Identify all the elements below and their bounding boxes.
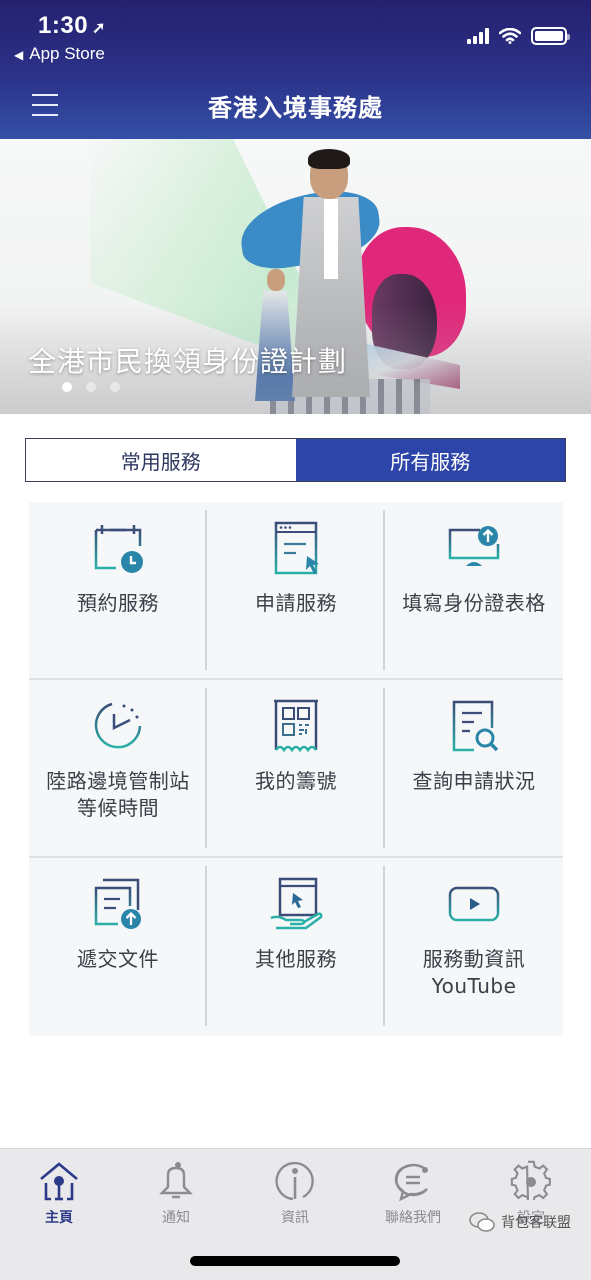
- banner-title: 全港市民換領身份證計劃: [28, 345, 348, 378]
- watermark: 背包客联盟: [469, 1212, 571, 1232]
- bell-icon: [159, 1162, 193, 1199]
- wifi-icon: [499, 28, 521, 44]
- service-label: 遞交文件: [77, 947, 159, 971]
- nav-notifications[interactable]: 通知: [121, 1159, 231, 1227]
- divider: [205, 866, 207, 1026]
- gear-icon: [510, 1160, 551, 1201]
- nav-label: 聯絡我們: [385, 1210, 441, 1226]
- timer-icon: [94, 702, 142, 749]
- carousel-dot[interactable]: [86, 382, 96, 392]
- service-label: 服務動資訊 YouTube: [422, 947, 526, 998]
- tab-common-services[interactable]: 常用服務: [26, 439, 296, 481]
- status-time: 1:30 ➚: [38, 12, 106, 39]
- page-title: 香港入境事務處: [208, 94, 383, 122]
- calendar-clock-icon: [94, 525, 143, 573]
- youtube-play-icon: [448, 886, 500, 922]
- home-indicator[interactable]: [190, 1256, 400, 1266]
- status-indicators: [467, 27, 570, 45]
- divider: [205, 688, 207, 848]
- service-label: 查詢申請狀況: [412, 769, 536, 793]
- service-label: 我的籌號: [255, 769, 337, 793]
- service-application[interactable]: 申請服務: [207, 502, 385, 680]
- cellular-signal-icon: [467, 28, 489, 44]
- service-label: 其他服務: [255, 947, 337, 971]
- carousel-dot[interactable]: [110, 382, 120, 392]
- hand-window-cursor-icon: [270, 877, 323, 930]
- divider: [383, 688, 385, 848]
- app-header: 1:30 ➚ ◀ App Store 香港入境事務處: [0, 0, 591, 139]
- service-id-form[interactable]: 填寫身份證表格: [385, 502, 563, 680]
- qr-ticket-icon: [274, 699, 318, 753]
- service-my-ticket[interactable]: 我的籌號: [207, 680, 385, 858]
- nav-label: 資訊: [281, 1210, 309, 1226]
- carousel-dot[interactable]: [62, 382, 72, 392]
- back-triangle-icon: ◀: [14, 48, 24, 62]
- service-label: 預約服務: [77, 591, 159, 615]
- divider: [383, 866, 385, 1026]
- service-check-status[interactable]: 查詢申請狀況: [385, 680, 563, 858]
- nav-label: 主頁: [45, 1210, 73, 1226]
- service-youtube[interactable]: 服務動資訊 YouTube: [385, 858, 563, 1036]
- home-icon: [40, 1162, 78, 1201]
- service-other[interactable]: 其他服務: [207, 858, 385, 1036]
- battery-icon: [531, 27, 570, 45]
- nav-home[interactable]: 主頁: [4, 1159, 114, 1227]
- carousel-dots: [62, 382, 120, 392]
- monitor-upload-icon: [448, 526, 500, 566]
- service-grid: 預約服務 申請服務 填寫身份證表格 陸路邊境管制站 等候時間 我的籌號 查詢申請…: [29, 502, 563, 1036]
- web-form-cursor-icon: [274, 521, 319, 575]
- document-search-icon: [452, 700, 499, 752]
- service-label: 填寫身份證表格: [402, 591, 546, 615]
- divider: [383, 510, 385, 670]
- tab-all-services[interactable]: 所有服務: [295, 439, 565, 481]
- chat-bubble-icon: [394, 1163, 428, 1202]
- service-tabs: 常用服務 所有服務: [25, 438, 566, 482]
- location-arrow-icon: ➚: [92, 20, 106, 37]
- back-to-app-store[interactable]: ◀ App Store: [14, 44, 105, 64]
- service-border-waiting-time[interactable]: 陸路邊境管制站 等候時間: [29, 680, 207, 858]
- divider: [205, 510, 207, 670]
- divider: [29, 678, 563, 680]
- nav-contact-us[interactable]: 聯絡我們: [358, 1159, 468, 1227]
- divider: [29, 856, 563, 858]
- wechat-icon: [469, 1212, 495, 1232]
- service-submit-documents[interactable]: 遞交文件: [29, 858, 207, 1036]
- service-appointment[interactable]: 預約服務: [29, 502, 207, 680]
- service-label: 申請服務: [255, 591, 337, 615]
- document-upload-icon: [94, 878, 141, 929]
- info-icon: [275, 1161, 314, 1201]
- nav-label: 通知: [162, 1210, 190, 1226]
- nav-information[interactable]: 資訊: [240, 1159, 350, 1227]
- promo-banner-carousel[interactable]: 全港市民換領身份證計劃: [0, 139, 591, 414]
- service-label: 陸路邊境管制站 等候時間: [46, 769, 190, 820]
